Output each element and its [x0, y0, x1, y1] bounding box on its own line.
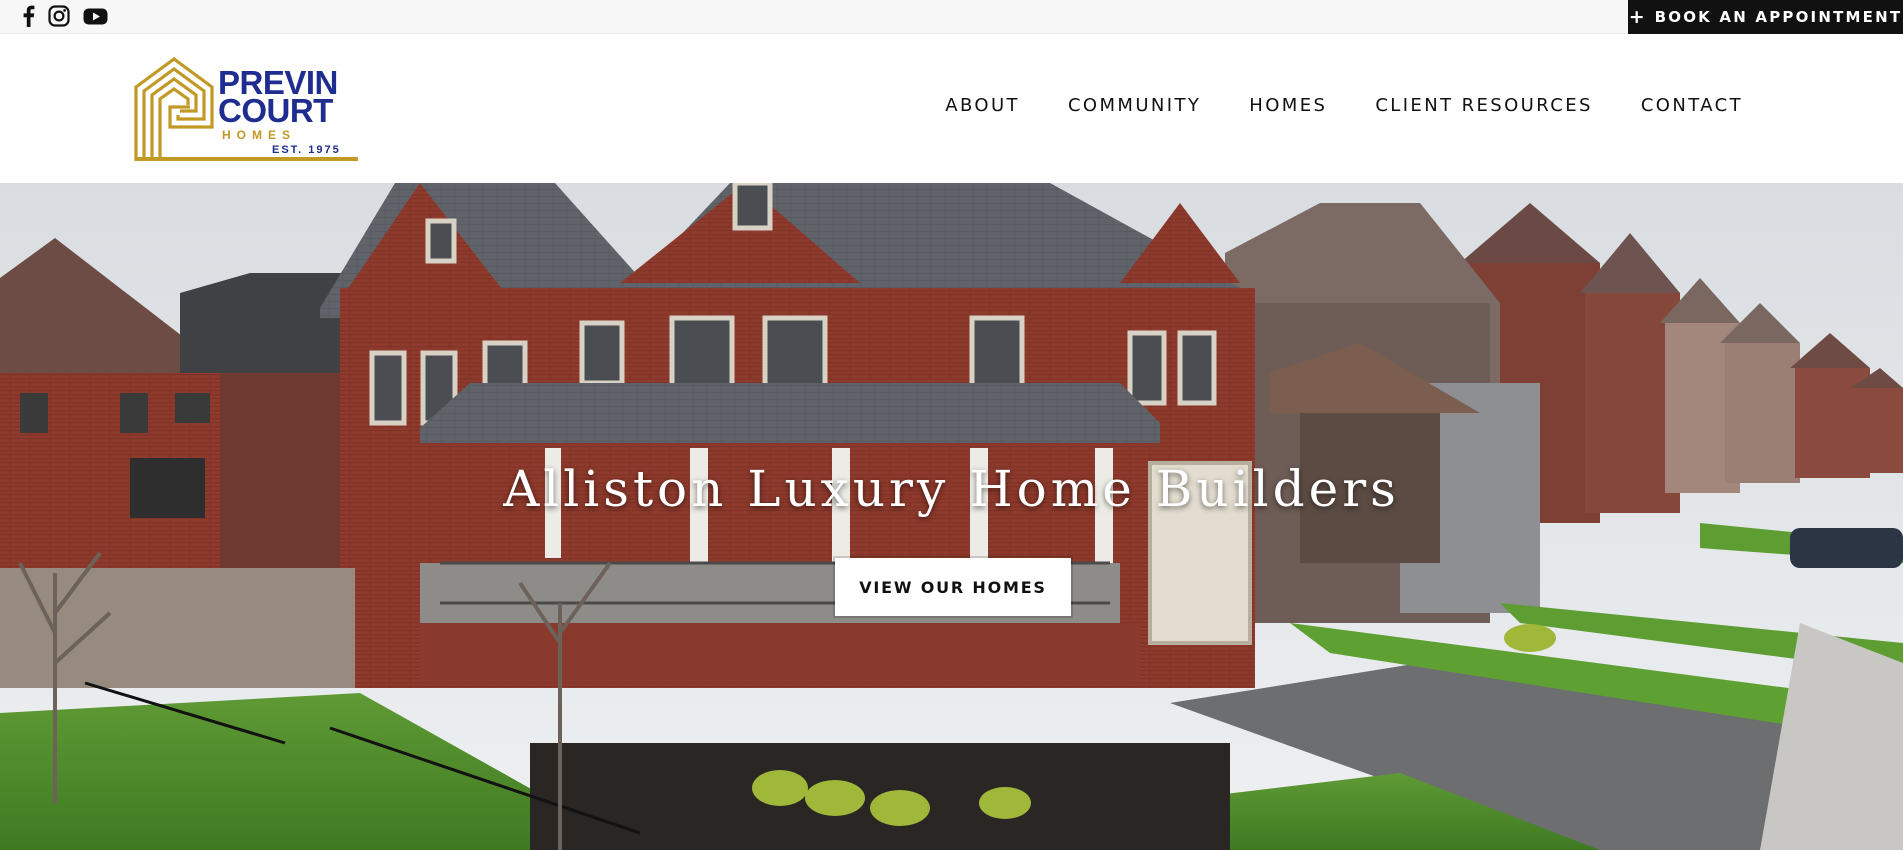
facebook-icon[interactable] [22, 5, 35, 27]
logo-text-court: COURT [218, 92, 333, 129]
plus-icon: + [1628, 5, 1645, 28]
hero-banner: Alliston Luxury Home Builders VIEW OUR H… [0, 183, 1903, 850]
nav-item-about[interactable]: ABOUT [945, 95, 1020, 116]
social-links [22, 5, 108, 27]
logo-text-established: EST. 1975 [272, 144, 341, 156]
previn-court-logo[interactable]: PREVIN COURT HOMES EST. 1975 [134, 57, 364, 165]
nav-item-homes[interactable]: HOMES [1249, 95, 1327, 116]
nav-item-contact[interactable]: CONTACT [1641, 95, 1743, 116]
site-header: PREVIN COURT HOMES EST. 1975 ABOUT COMMU… [0, 34, 1903, 183]
logo-text-homes: HOMES [222, 128, 297, 142]
nav-item-community[interactable]: COMMUNITY [1068, 95, 1201, 116]
book-appointment-button[interactable]: + BOOK AN APPOINTMENT [1628, 0, 1903, 34]
book-appointment-label: BOOK AN APPOINTMENT [1654, 8, 1903, 26]
logo-underline [136, 157, 358, 161]
logo-mark [134, 57, 214, 161]
main-navigation: ABOUT COMMUNITY HOMES CLIENT RESOURCES C… [945, 95, 1743, 116]
view-our-homes-button[interactable]: VIEW OUR HOMES [835, 558, 1071, 616]
top-utility-bar: + BOOK AN APPOINTMENT [0, 0, 1903, 34]
youtube-icon[interactable] [83, 5, 108, 27]
hero-title: Alliston Luxury Home Builders [503, 460, 1400, 518]
instagram-icon[interactable] [48, 5, 70, 27]
nav-item-client-resources[interactable]: CLIENT RESOURCES [1375, 95, 1593, 116]
